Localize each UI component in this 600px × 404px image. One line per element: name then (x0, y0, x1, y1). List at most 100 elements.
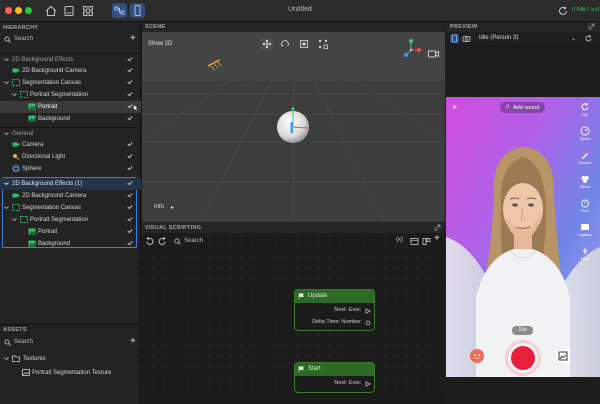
device-icon[interactable] (450, 34, 459, 43)
add-node-button[interactable]: + (434, 234, 440, 244)
assets-search-input[interactable]: Search (4, 338, 130, 347)
visibility-check-icon[interactable] (127, 79, 133, 85)
add-object-button[interactable]: + (130, 34, 136, 44)
hierarchy-group-header[interactable]: General (0, 127, 141, 139)
add-sound-button[interactable]: ♫ Add sound (500, 102, 545, 113)
flash-icon (582, 246, 588, 256)
chevron-down-icon[interactable] (12, 217, 17, 222)
chevron-down-icon[interactable] (4, 131, 9, 136)
title-bar: Untitled 0 MB / 5.0 (0, 0, 600, 22)
hierarchy-item[interactable]: Camera (0, 139, 141, 151)
visibility-check-icon[interactable] (127, 67, 133, 73)
update-node[interactable]: Update Next: Exec Delta Time: Number (294, 289, 375, 331)
hierarchy-item[interactable]: 2D Background Camera (0, 190, 141, 202)
visibility-check-icon[interactable] (127, 216, 133, 222)
chevron-down-icon[interactable] (4, 181, 9, 186)
refresh-icon[interactable] (556, 4, 570, 18)
visibility-check-icon[interactable] (127, 56, 133, 62)
chevron-down-icon[interactable] (4, 57, 9, 62)
redo-icon[interactable] (158, 237, 167, 246)
effects-button[interactable]: Effects (578, 174, 592, 196)
close-icon[interactable]: × (452, 103, 457, 112)
data-port-icon[interactable] (365, 320, 371, 326)
list-icon[interactable] (410, 237, 419, 246)
add-asset-button[interactable]: + (130, 337, 136, 347)
chevron-down-icon[interactable] (12, 92, 17, 97)
layout-icon[interactable] (422, 237, 431, 246)
visibility-check-icon[interactable] (127, 115, 133, 121)
upload-icon[interactable] (556, 349, 570, 363)
axis-gizmo[interactable] (400, 38, 422, 60)
flip-button[interactable]: Flip (578, 102, 592, 124)
transform-tool-icon[interactable] (317, 38, 329, 50)
hierarchy-item[interactable]: Background (0, 113, 141, 125)
record-button[interactable] (505, 340, 541, 376)
move-tool-button[interactable] (260, 38, 274, 50)
visibility-check-icon[interactable] (127, 153, 133, 159)
node-header[interactable]: Update (295, 290, 374, 303)
chevron-down-icon[interactable] (4, 356, 9, 361)
preview-source-select[interactable]: Idle (Person 3) (479, 35, 518, 41)
hierarchy-item[interactable]: Sphere (0, 163, 141, 175)
hierarchy-panel: HIERARCHY Search + 2D Background Effects… (0, 22, 141, 404)
exec-port-icon[interactable] (365, 381, 371, 387)
hierarchy-item[interactable]: Segmentation Canvas (0, 202, 141, 214)
chevron-down-icon[interactable] (4, 205, 9, 210)
chevron-down-icon[interactable] (4, 80, 9, 85)
scale-tool-icon[interactable] (298, 38, 310, 50)
popout-icon[interactable] (588, 23, 595, 30)
variables-icon[interactable]: {x} (396, 237, 403, 243)
hierarchy-item[interactable]: Portrait Segmentation (0, 214, 141, 226)
hierarchy-item[interactable]: Background (0, 238, 141, 250)
info-toggle[interactable]: Info (154, 204, 164, 210)
asset-folder[interactable]: Textures (0, 353, 141, 365)
start-node[interactable]: Start Next: Exec (294, 362, 375, 393)
visibility-check-icon[interactable] (127, 192, 133, 198)
refresh-preview-icon[interactable] (584, 34, 593, 43)
visibility-check-icon[interactable] (127, 240, 133, 246)
undo-icon[interactable] (145, 237, 154, 246)
effects-shortcut-icon[interactable] (470, 349, 484, 363)
scene-panel[interactable]: SCENE Show 2D Info ▸ (142, 22, 445, 222)
hierarchy-item[interactable]: Portrait (0, 226, 141, 238)
asset-item[interactable]: Portrait Segmentation Texture (0, 367, 141, 379)
visibility-check-icon[interactable] (127, 91, 133, 97)
record-duration-pill[interactable]: 15s (512, 326, 533, 335)
visibility-check-icon[interactable] (127, 228, 133, 234)
hierarchy-group-header[interactable]: 2D Background Effects (1) (0, 178, 141, 190)
camera-view-icon[interactable] (428, 50, 439, 58)
search-placeholder: Search (14, 339, 34, 345)
segmentation-icon (20, 91, 28, 98)
visibility-check-icon[interactable] (127, 165, 133, 171)
flash-button[interactable]: Flash (578, 246, 592, 268)
node-header[interactable]: Start (295, 363, 374, 376)
hierarchy-item[interactable]: Segmentation Canvas (0, 77, 141, 89)
node-search-input[interactable]: Search (184, 238, 203, 244)
visual-scripting-panel[interactable]: VISUAL SCRIPTING Search {x} + Update Nex… (142, 223, 445, 404)
visual-scripting-label: VISUAL SCRIPTING (145, 225, 202, 231)
hierarchy-item-selected[interactable]: Portrait (0, 101, 141, 113)
captions-button[interactable]: Captions (578, 222, 592, 244)
group-title: 2D Background Effects (12, 57, 74, 63)
scene-viewport[interactable] (142, 32, 445, 222)
hierarchy-search-input[interactable]: Search (4, 35, 130, 44)
exec-port-icon[interactable] (365, 308, 371, 314)
retouch-button[interactable]: Retouch (578, 150, 592, 172)
camera-icon (12, 141, 20, 148)
visibility-check-icon[interactable] (127, 204, 133, 210)
chevron-down-icon[interactable]: ⌄ (571, 35, 576, 42)
info-chevron-icon[interactable]: ▸ (171, 204, 174, 211)
preview-phone-screen[interactable] (446, 97, 600, 377)
visibility-check-icon[interactable] (127, 180, 133, 186)
rotate-tool-icon[interactable] (279, 38, 291, 50)
popout-icon[interactable] (434, 224, 441, 231)
hierarchy-item[interactable]: Portrait Segmentation (0, 89, 141, 101)
hierarchy-item[interactable]: 2D Background Camera (0, 65, 141, 77)
visibility-check-icon[interactable] (127, 141, 133, 147)
speed-button[interactable]: Speed (578, 126, 592, 148)
hierarchy-group-header[interactable]: 2D Background Effects (0, 53, 141, 65)
camera-source-icon[interactable] (462, 34, 471, 43)
timer-button[interactable]: Timer (578, 198, 592, 220)
hierarchy-item[interactable]: Directional Light (0, 151, 141, 163)
show-2d-toggle[interactable]: Show 2D (148, 41, 172, 47)
